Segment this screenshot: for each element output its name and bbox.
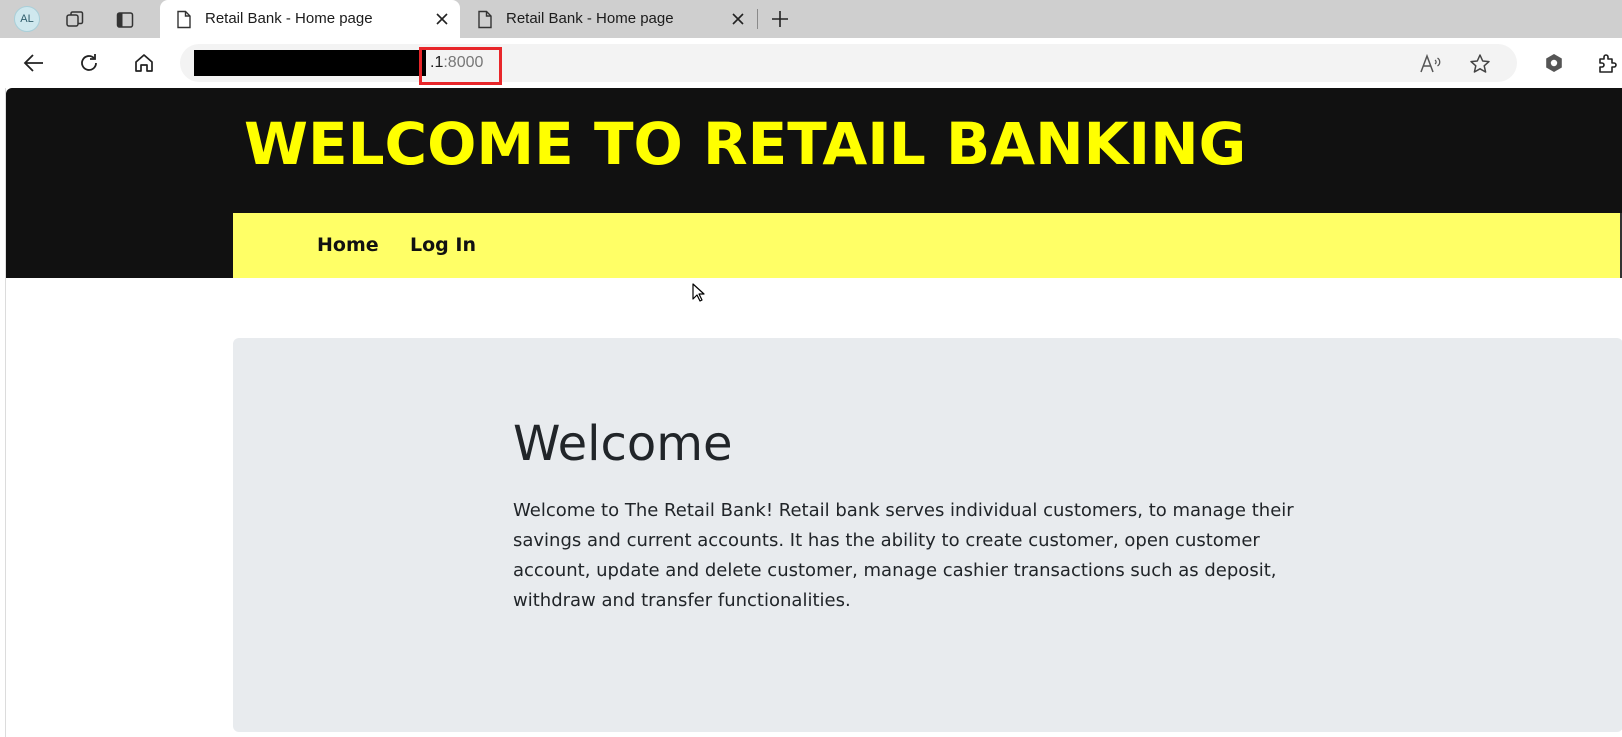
back-arrow-icon[interactable] (17, 46, 51, 80)
copilot-icon[interactable] (1541, 50, 1567, 76)
tab-retail-bank-active[interactable]: Retail Bank - Home page (160, 0, 460, 38)
mouse-cursor-icon (692, 283, 706, 307)
web-page: WELCOME TO RETAIL BANKING Home Log In We… (5, 88, 1622, 737)
address-bar[interactable]: .1:8000 (180, 44, 1517, 85)
vertical-tabs-icon[interactable] (110, 5, 140, 35)
extensions-icon[interactable] (1594, 50, 1620, 76)
tab-title: Retail Bank - Home page (506, 10, 674, 27)
browser-tab-strip: AL Retail Bank - Home page Retail Bank -… (0, 0, 1622, 38)
tab-retail-bank-inactive[interactable]: Retail Bank - Home page (461, 0, 756, 38)
browser-toolbar: .1:8000 (0, 38, 1622, 88)
close-icon[interactable] (728, 9, 748, 29)
tab-separator (757, 9, 758, 29)
tab-title: Retail Bank - Home page (205, 10, 373, 27)
favorite-star-icon[interactable] (1468, 52, 1492, 76)
welcome-description: Welcome to The Retail Bank! Retail bank … (513, 500, 1294, 611)
site-navbar: Home Log In (233, 213, 1622, 278)
url-highlight-box (419, 47, 502, 85)
site-title: WELCOME TO RETAIL BANKING (244, 110, 1247, 178)
nav-link-log-in[interactable]: Log In (410, 234, 476, 256)
refresh-icon[interactable] (72, 46, 106, 80)
profile-avatar[interactable]: AL (14, 6, 40, 32)
welcome-heading: Welcome (513, 416, 733, 472)
redacted-url-block (194, 50, 426, 76)
nav-link-home[interactable]: Home (317, 234, 379, 256)
close-icon[interactable] (432, 9, 452, 29)
read-aloud-icon[interactable] (1418, 52, 1442, 76)
new-tab-plus-icon[interactable] (765, 4, 795, 34)
home-icon[interactable] (127, 46, 161, 80)
welcome-jumbotron: Welcome Welcome to The Retail Bank! Reta… (233, 338, 1622, 732)
page-icon (477, 10, 493, 33)
workspaces-icon[interactable] (60, 5, 90, 35)
page-icon (176, 10, 192, 33)
